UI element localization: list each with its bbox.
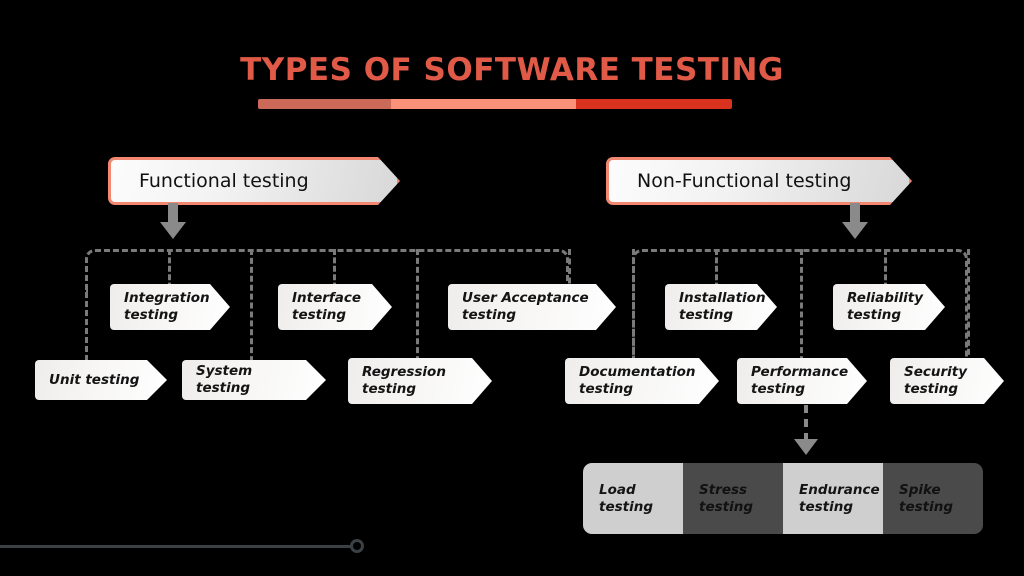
item-unit-testing[interactable]: Unit testing — [35, 360, 167, 400]
connector-line-documentation — [632, 249, 635, 364]
item-user-acceptance-testing[interactable]: User Acceptance testing — [448, 284, 616, 330]
title-bar-segment-3 — [575, 99, 732, 109]
item-system-testing[interactable]: System testing — [182, 360, 326, 400]
branch-header-functional[interactable]: Functional testing — [108, 157, 400, 205]
connector-line-performance — [800, 249, 803, 371]
title-bar-segment-2 — [390, 99, 576, 109]
item-reliability-testing[interactable]: Reliability testing — [833, 284, 945, 330]
performance-subtypes-strip: Load testing Stress testing Endurance te… — [583, 463, 983, 534]
slide-canvas: TYPES OF SOFTWARE TESTING Functional tes… — [0, 0, 1024, 576]
item-documentation-testing[interactable]: Documentation testing — [565, 358, 719, 404]
item-installation-testing[interactable]: Installation testing — [665, 284, 777, 330]
title-underline-bar — [258, 99, 732, 109]
down-arrow-icon-functional — [160, 203, 186, 239]
item-integration-testing[interactable]: Integration testing — [110, 284, 230, 330]
item-security-testing[interactable]: Security testing — [890, 358, 1004, 404]
item-regression-testing[interactable]: Regression testing — [348, 358, 492, 404]
item-load-testing[interactable]: Load testing — [583, 463, 683, 534]
item-endurance-testing[interactable]: Endurance testing — [783, 463, 883, 534]
title-bar-segment-1 — [258, 99, 391, 109]
down-arrow-icon-non-functional — [842, 203, 868, 239]
connector-line-regression — [416, 249, 419, 371]
connector-line-system — [250, 249, 253, 371]
item-spike-testing[interactable]: Spike testing — [883, 463, 983, 534]
item-stress-testing[interactable]: Stress testing — [683, 463, 783, 534]
branch-header-non-functional[interactable]: Non-Functional testing — [606, 157, 912, 205]
item-performance-testing[interactable]: Performance testing — [737, 358, 867, 404]
progress-slider-knob[interactable] — [350, 539, 364, 553]
progress-slider-track[interactable] — [0, 545, 356, 548]
connector-line-unit — [85, 292, 88, 370]
dashed-down-arrow-icon-performance — [794, 405, 818, 457]
item-interface-testing[interactable]: Interface testing — [278, 284, 392, 330]
page-title: TYPES OF SOFTWARE TESTING — [240, 52, 784, 88]
connector-line-security — [967, 249, 970, 364]
